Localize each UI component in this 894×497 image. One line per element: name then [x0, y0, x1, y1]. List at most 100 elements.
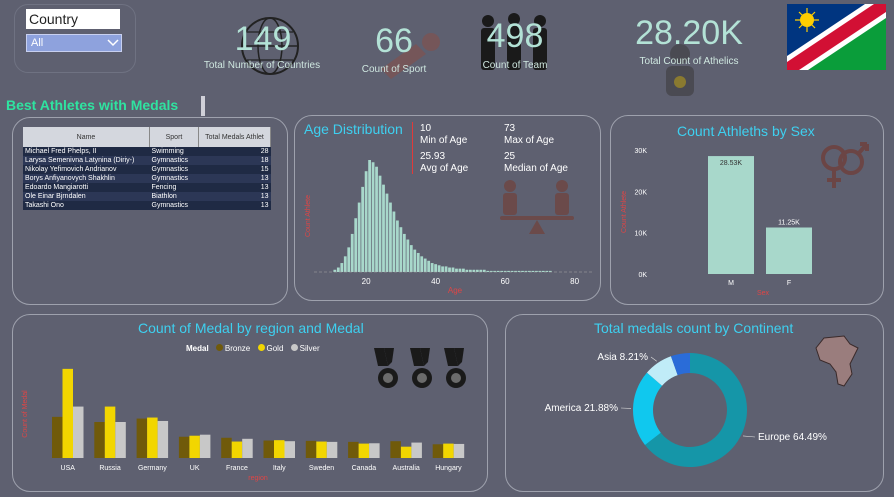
cell-sport: Biathlon: [149, 192, 199, 201]
cell-name: Borys Anfiyanovych Shakhlin: [23, 174, 150, 183]
donut-slice-label: America 21.88%: [545, 403, 618, 414]
min-age-value: 10: [420, 123, 432, 134]
sex-x-axis-title: Sex: [757, 290, 770, 297]
table-row[interactable]: Michael Fred Phelps, II Swimming 28: [23, 147, 271, 156]
region-category-label: Russia: [99, 465, 121, 472]
table-row[interactable]: Takashi Ono Gymnastics 13: [23, 201, 271, 210]
col-header-total-medals[interactable]: Total Medals Athlet: [198, 127, 271, 147]
sex-y-tick-label: 20K: [635, 189, 648, 196]
sex-y-tick-label: 10K: [635, 231, 648, 238]
age-bar: [399, 227, 403, 272]
age-bar: [382, 184, 385, 272]
sex-bar: [708, 156, 754, 274]
cell-sport: Gymnastics: [149, 165, 199, 174]
medal-bar: [390, 441, 401, 458]
region-category-label: Italy: [273, 465, 286, 472]
medal-bar: [284, 441, 295, 458]
table-row[interactable]: Edoardo Mangiarotti Fencing 13: [23, 183, 271, 192]
age-bar: [462, 268, 465, 272]
medal-bar: [369, 443, 380, 458]
region-category-label: France: [226, 465, 248, 472]
medal-bar: [348, 441, 359, 458]
age-bar: [368, 160, 371, 272]
age-bar: [482, 269, 486, 272]
age-bar: [430, 263, 434, 272]
cell-name: Takashi Ono: [23, 201, 150, 210]
table-row[interactable]: Larysa Semenivna Latynina (Diriy-) Gymnas…: [23, 156, 271, 165]
age-bar: [444, 266, 448, 272]
age-bar: [350, 233, 354, 272]
cell-name: Larysa Semenivna Latynina (Diriy-): [23, 156, 150, 165]
age-bar: [468, 269, 472, 272]
country-dropdown[interactable]: All: [26, 34, 122, 52]
medal-bar: [358, 443, 370, 458]
age-bar: [371, 162, 375, 272]
age-bar: [420, 256, 424, 272]
age-tick-label: 20: [362, 277, 371, 286]
medal-bar: [189, 435, 200, 458]
age-bar: [423, 258, 427, 272]
medal-bar: [443, 443, 454, 458]
region-x-axis-title: region: [248, 475, 268, 482]
medal-bar: [432, 444, 444, 458]
legend-title: Medal: [186, 344, 209, 353]
max-age-stat: 73 Max of Age: [504, 123, 554, 147]
region-category-label: Australia: [393, 465, 420, 472]
country-dropdown-value: All: [31, 37, 44, 49]
age-bar: [406, 239, 410, 272]
age-bar: [455, 268, 458, 272]
medal-bar: [316, 441, 327, 458]
medal-bar: [326, 441, 338, 458]
col-header-sport[interactable]: Sport: [149, 127, 199, 147]
min-age-label: Min of Age: [420, 135, 468, 146]
max-age-value: 73: [504, 123, 516, 134]
donut-leader-line: [650, 356, 657, 362]
gender-symbols-icon: [821, 142, 869, 188]
sex-bar-chart: 30K 20K 10K 0K 28.53K M 11.25K F Sex Count Athlet…: [621, 148, 812, 297]
age-bar: [392, 211, 396, 272]
medal-bar: [157, 420, 169, 458]
age-tick-label: 60: [501, 277, 510, 286]
chevron-down-icon: [107, 39, 119, 47]
legend-silver-swatch: [290, 344, 298, 351]
sex-y-tick-label: 0K: [638, 272, 647, 279]
table-row[interactable]: Borys Anfiyanovych Shakhlin Gymnastics 13: [23, 174, 271, 183]
cell-name: Ole Einar Bjrndalen: [23, 192, 150, 201]
medal-bar: [411, 442, 422, 458]
kpi-athletes-value: 28.20K: [635, 14, 743, 52]
cell-medals: 28: [198, 147, 271, 156]
sex-data-label: 11.25K: [778, 220, 800, 227]
medal-bar: [178, 436, 190, 458]
medal-legend: Medal Bronze Gold Silver: [186, 344, 320, 353]
age-bar: [361, 186, 365, 272]
age-bar: [413, 249, 417, 272]
age-bar: [364, 171, 368, 272]
cell-name: Edoardo Mangiarotti: [23, 183, 150, 192]
age-bar: [333, 269, 337, 272]
cell-medals: 18: [198, 156, 271, 165]
age-bar: [427, 260, 431, 272]
table-row[interactable]: Ole Einar Bjrndalen Biathlon 13: [23, 192, 271, 201]
medal-bar: [305, 440, 317, 458]
age-bar: [409, 245, 413, 272]
region-category-label: Hungary: [435, 465, 462, 472]
medal-bar: [52, 416, 63, 458]
age-bar: [357, 202, 361, 272]
age-bar: [385, 193, 389, 272]
namibia-flag-icon: [787, 4, 886, 70]
col-header-name[interactable]: Name: [23, 127, 150, 147]
min-age-stat: 10 Min of Age: [420, 123, 467, 147]
age-bar: [396, 220, 399, 272]
age-bar: [479, 269, 483, 272]
medal-bar: [242, 438, 253, 458]
cell-medals: 13: [198, 201, 271, 210]
table-row[interactable]: Nikolay Yefimovich Andrianov Gymnastics 15: [23, 165, 271, 174]
region-category-label: Canada: [352, 465, 377, 472]
medal-bar: [115, 422, 126, 458]
age-histogram: 20 40 60 80 Age Count Athlete: [305, 160, 592, 295]
age-y-axis-title: Count Athlete: [305, 195, 312, 237]
cell-name: Nikolay Yefimovich Andrianov: [23, 165, 150, 174]
legend-bronze-label: Bronze: [224, 344, 251, 353]
sex-chart-title: Count Athleths by Sex: [677, 123, 815, 139]
medal-bar: [199, 434, 211, 458]
